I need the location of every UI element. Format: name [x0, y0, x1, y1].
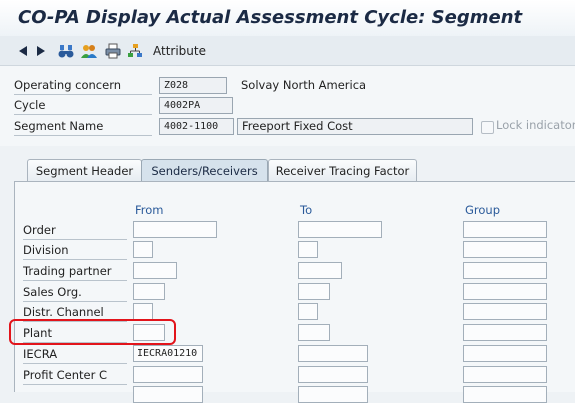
iecra-to-field[interactable] — [298, 345, 368, 362]
division-from-field[interactable] — [133, 241, 153, 258]
operating-concern-field[interactable]: Z028 — [159, 77, 227, 94]
cycle-label: Cycle — [14, 97, 152, 115]
profit-center-from-field[interactable] — [133, 366, 203, 383]
division-to-field[interactable] — [298, 241, 318, 258]
segment-text-field[interactable]: Freeport Fixed Cost — [237, 118, 473, 135]
distr-channel-to-field[interactable] — [298, 303, 318, 320]
column-header-from: From — [135, 203, 164, 217]
binoculars-icon[interactable] — [57, 42, 75, 60]
triangle-right-icon[interactable] — [35, 42, 47, 60]
triangle-left-icon[interactable] — [17, 42, 29, 60]
order-from-field[interactable] — [133, 221, 217, 238]
partial-from-field[interactable] — [133, 386, 203, 403]
users-icon[interactable] — [80, 42, 98, 60]
tab-senders-receivers[interactable]: Senders/Receivers — [141, 159, 268, 182]
row-label-iecra: IECRA — [23, 346, 127, 364]
row-label-division: Division — [23, 242, 127, 260]
tab-receiver-tracing-factor[interactable]: Receiver Tracing Factor — [268, 159, 417, 182]
plant-to-field[interactable] — [298, 324, 330, 341]
sales-org-to-field[interactable] — [298, 283, 330, 300]
partial-to-field[interactable] — [298, 386, 368, 403]
page-title: CO-PA Display Actual Assessment Cycle: S… — [18, 7, 523, 28]
distr-channel-from-field[interactable] — [133, 303, 153, 320]
partial-group-field[interactable] — [463, 386, 547, 403]
plant-highlight-box — [9, 319, 176, 345]
trading-partner-from-field[interactable] — [133, 262, 177, 279]
operating-concern-description: Solvay North America — [241, 78, 367, 92]
profit-center-group-field[interactable] — [463, 366, 547, 383]
row-label-profit-center: Profit Center C — [23, 367, 127, 385]
sales-org-group-field[interactable] — [463, 283, 547, 300]
column-header-to: To — [300, 203, 313, 217]
attribute-button[interactable]: Attribute — [153, 44, 206, 58]
hierarchy-icon[interactable] — [126, 42, 144, 60]
row-label-trading-partner: Trading partner — [23, 263, 127, 281]
segment-name-field[interactable]: 4002-1100 — [159, 118, 234, 135]
toolbar: Attribute — [0, 36, 575, 66]
iecra-from-field[interactable]: IECRA01210 — [133, 345, 203, 362]
plant-group-field[interactable] — [463, 324, 547, 341]
lock-indicator-label: Lock indicator — [496, 118, 575, 132]
cycle-field[interactable]: 4002PA — [159, 97, 233, 114]
column-header-group: Group — [465, 203, 501, 217]
title-bar: CO-PA Display Actual Assessment Cycle: S… — [0, 0, 575, 37]
segment-name-label: Segment Name — [14, 118, 152, 136]
trading-partner-group-field[interactable] — [463, 262, 547, 279]
tab-segment-header[interactable]: Segment Header — [27, 159, 142, 182]
operating-concern-label: Operating concern — [14, 77, 152, 95]
trading-partner-to-field[interactable] — [298, 262, 342, 279]
row-label-sales-org: Sales Org. — [23, 284, 127, 302]
profit-center-to-field[interactable] — [298, 366, 368, 383]
row-label-order: Order — [23, 222, 127, 240]
sales-org-from-field[interactable] — [133, 283, 165, 300]
order-group-field[interactable] — [463, 221, 547, 238]
iecra-group-field[interactable] — [463, 345, 547, 362]
division-group-field[interactable] — [463, 241, 547, 258]
printer-icon[interactable] — [104, 42, 122, 60]
lock-indicator-checkbox[interactable] — [481, 121, 494, 134]
order-to-field[interactable] — [298, 221, 382, 238]
distr-channel-group-field[interactable] — [463, 303, 547, 320]
